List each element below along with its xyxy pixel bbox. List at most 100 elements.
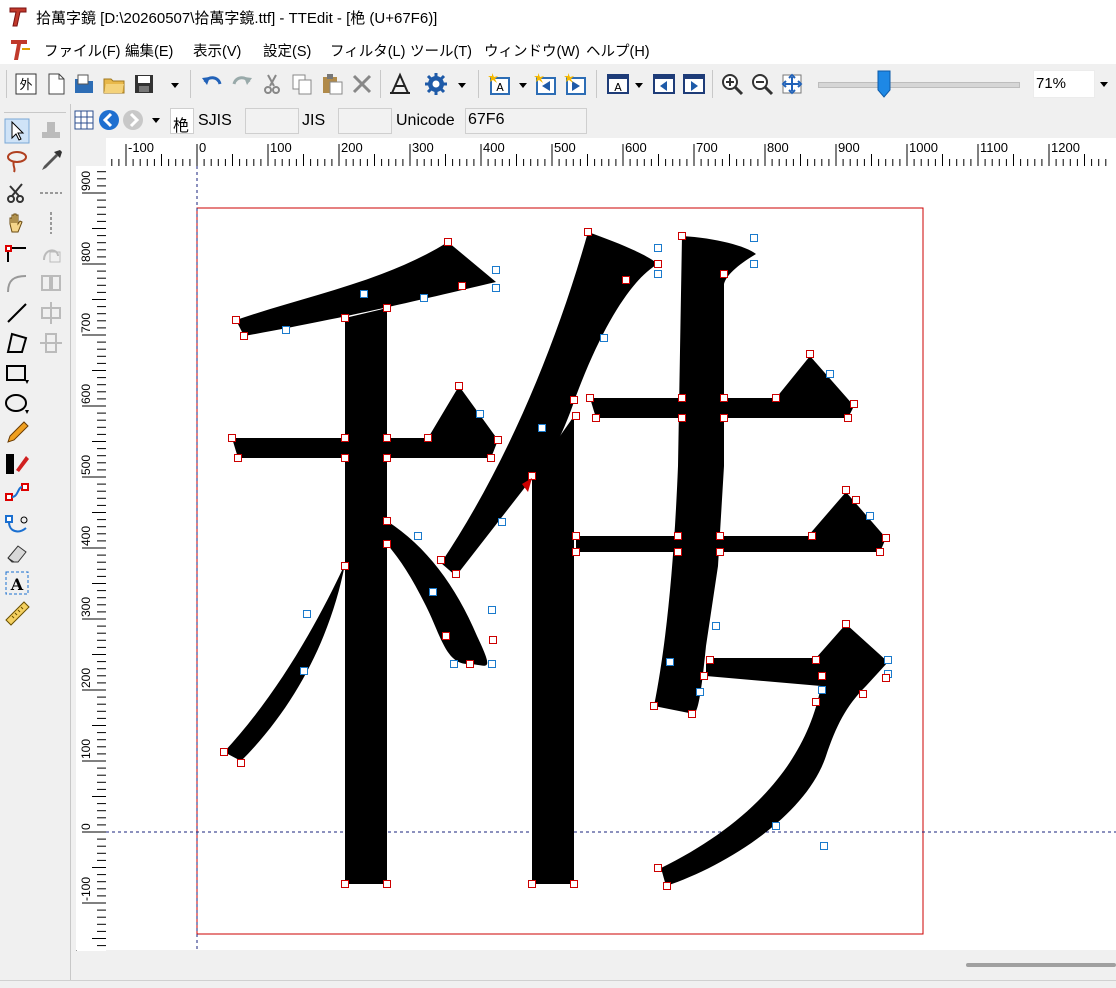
rotate-icon[interactable] <box>38 240 64 266</box>
off-curve-point[interactable] <box>498 518 506 526</box>
menu-help[interactable]: ヘルプ(H) <box>586 40 650 61</box>
document-icon[interactable] <box>8 36 32 62</box>
settings-gear-icon[interactable] <box>424 72 448 96</box>
on-curve-point[interactable] <box>842 620 850 628</box>
on-curve-point[interactable] <box>220 748 228 756</box>
off-curve-point[interactable] <box>712 622 720 630</box>
on-curve-point[interactable] <box>572 532 580 540</box>
on-curve-point[interactable] <box>570 396 578 404</box>
off-curve-point[interactable] <box>282 326 290 334</box>
on-curve-point[interactable] <box>808 532 816 540</box>
menu-window[interactable]: ウィンドウ(W) <box>484 40 580 61</box>
off-curve-point[interactable] <box>866 512 874 520</box>
on-curve-point[interactable] <box>383 434 391 442</box>
on-curve-point[interactable] <box>383 540 391 548</box>
menu-filter[interactable]: フィルタ(L) <box>330 40 405 61</box>
on-curve-point[interactable] <box>466 660 474 668</box>
save-dropdown-icon[interactable] <box>170 77 180 91</box>
open-folder-icon[interactable] <box>102 72 126 96</box>
on-curve-point[interactable] <box>586 394 594 402</box>
on-curve-point[interactable] <box>437 556 445 564</box>
eraser-icon[interactable] <box>4 540 30 566</box>
glyph-dropdown-icon[interactable] <box>518 77 528 91</box>
polygon-tool-icon[interactable] <box>4 330 30 356</box>
on-curve-point[interactable] <box>812 698 820 706</box>
on-curve-point[interactable] <box>622 276 630 284</box>
off-curve-point[interactable] <box>818 686 826 694</box>
on-curve-point[interactable] <box>650 702 658 710</box>
on-curve-point[interactable] <box>674 548 682 556</box>
on-curve-point[interactable] <box>678 414 686 422</box>
node-curve-icon[interactable] <box>4 512 30 538</box>
on-curve-point[interactable] <box>442 632 450 640</box>
on-curve-point[interactable] <box>572 548 580 556</box>
on-curve-point[interactable] <box>806 350 814 358</box>
window-prev-icon[interactable] <box>652 72 676 96</box>
on-curve-point[interactable] <box>720 394 728 402</box>
zoom-slider-thumb[interactable] <box>877 70 891 98</box>
horizontal-scrollbar[interactable] <box>106 950 1116 980</box>
on-curve-point[interactable] <box>383 454 391 462</box>
add-point-icon[interactable] <box>4 240 30 266</box>
menu-settings[interactable]: 設定(S) <box>263 40 311 61</box>
zoom-slider-track[interactable] <box>818 82 1020 88</box>
horizontal-scrollbar-thumb[interactable] <box>966 963 1116 967</box>
forward-icon[interactable] <box>122 106 144 134</box>
off-curve-point[interactable] <box>303 610 311 618</box>
ellipse-tool-icon[interactable] <box>4 390 30 416</box>
on-curve-point[interactable] <box>654 260 662 268</box>
off-curve-point[interactable] <box>450 660 458 668</box>
off-curve-point[interactable] <box>429 588 437 596</box>
on-curve-point[interactable] <box>584 228 592 236</box>
select-arrow-icon[interactable] <box>4 118 30 144</box>
flip-icon[interactable] <box>38 270 64 296</box>
align-h-icon[interactable] <box>38 300 64 326</box>
glyph-outline[interactable] <box>224 232 888 886</box>
on-curve-point[interactable] <box>876 548 884 556</box>
on-curve-point[interactable] <box>237 759 245 767</box>
back-icon[interactable] <box>98 106 120 134</box>
on-curve-point[interactable] <box>341 434 349 442</box>
on-curve-point[interactable] <box>240 332 248 340</box>
menu-edit[interactable]: 編集(E) <box>125 40 173 61</box>
ruler-measure-icon[interactable] <box>4 600 30 626</box>
new-file-icon[interactable] <box>44 72 68 96</box>
on-curve-point[interactable] <box>592 414 600 422</box>
on-curve-point[interactable] <box>444 238 452 246</box>
on-curve-point[interactable] <box>383 880 391 888</box>
zoom-in-icon[interactable] <box>720 72 744 96</box>
on-curve-point[interactable] <box>859 690 867 698</box>
on-curve-point[interactable] <box>674 532 682 540</box>
off-curve-point[interactable] <box>750 260 758 268</box>
ttedit-logo-icon[interactable] <box>8 5 28 27</box>
new-glyph-icon[interactable]: A <box>488 72 512 96</box>
off-curve-point[interactable] <box>476 410 484 418</box>
off-curve-point[interactable] <box>820 842 828 850</box>
on-curve-point[interactable] <box>688 710 696 718</box>
stroke-left-sweep[interactable] <box>224 564 345 761</box>
off-curve-point[interactable] <box>772 822 780 830</box>
off-curve-point[interactable] <box>826 370 834 378</box>
off-curve-point[interactable] <box>360 290 368 298</box>
on-curve-point[interactable] <box>663 882 671 890</box>
off-curve-point[interactable] <box>414 532 422 540</box>
on-curve-point[interactable] <box>844 414 852 422</box>
off-curve-point[interactable] <box>488 660 496 668</box>
menu-file[interactable]: ファイル(F) <box>44 40 121 61</box>
off-curve-point[interactable] <box>492 284 500 292</box>
off-curve-point[interactable] <box>538 424 546 432</box>
on-curve-point[interactable] <box>772 394 780 402</box>
dashed-line-icon[interactable] <box>38 180 64 206</box>
on-curve-point[interactable] <box>678 232 686 240</box>
on-curve-point[interactable] <box>882 534 890 542</box>
on-curve-point[interactable] <box>678 394 686 402</box>
off-curve-point[interactable] <box>696 688 704 696</box>
stroke-right-mid-bar[interactable] <box>576 492 886 552</box>
stroke-right-vertical[interactable] <box>654 236 756 714</box>
on-curve-point[interactable] <box>842 486 850 494</box>
off-curve-point[interactable] <box>492 266 500 274</box>
zoom-dropdown-icon[interactable] <box>1098 77 1110 89</box>
on-curve-point[interactable] <box>850 400 858 408</box>
on-curve-point[interactable] <box>706 656 714 664</box>
on-curve-point[interactable] <box>341 880 349 888</box>
